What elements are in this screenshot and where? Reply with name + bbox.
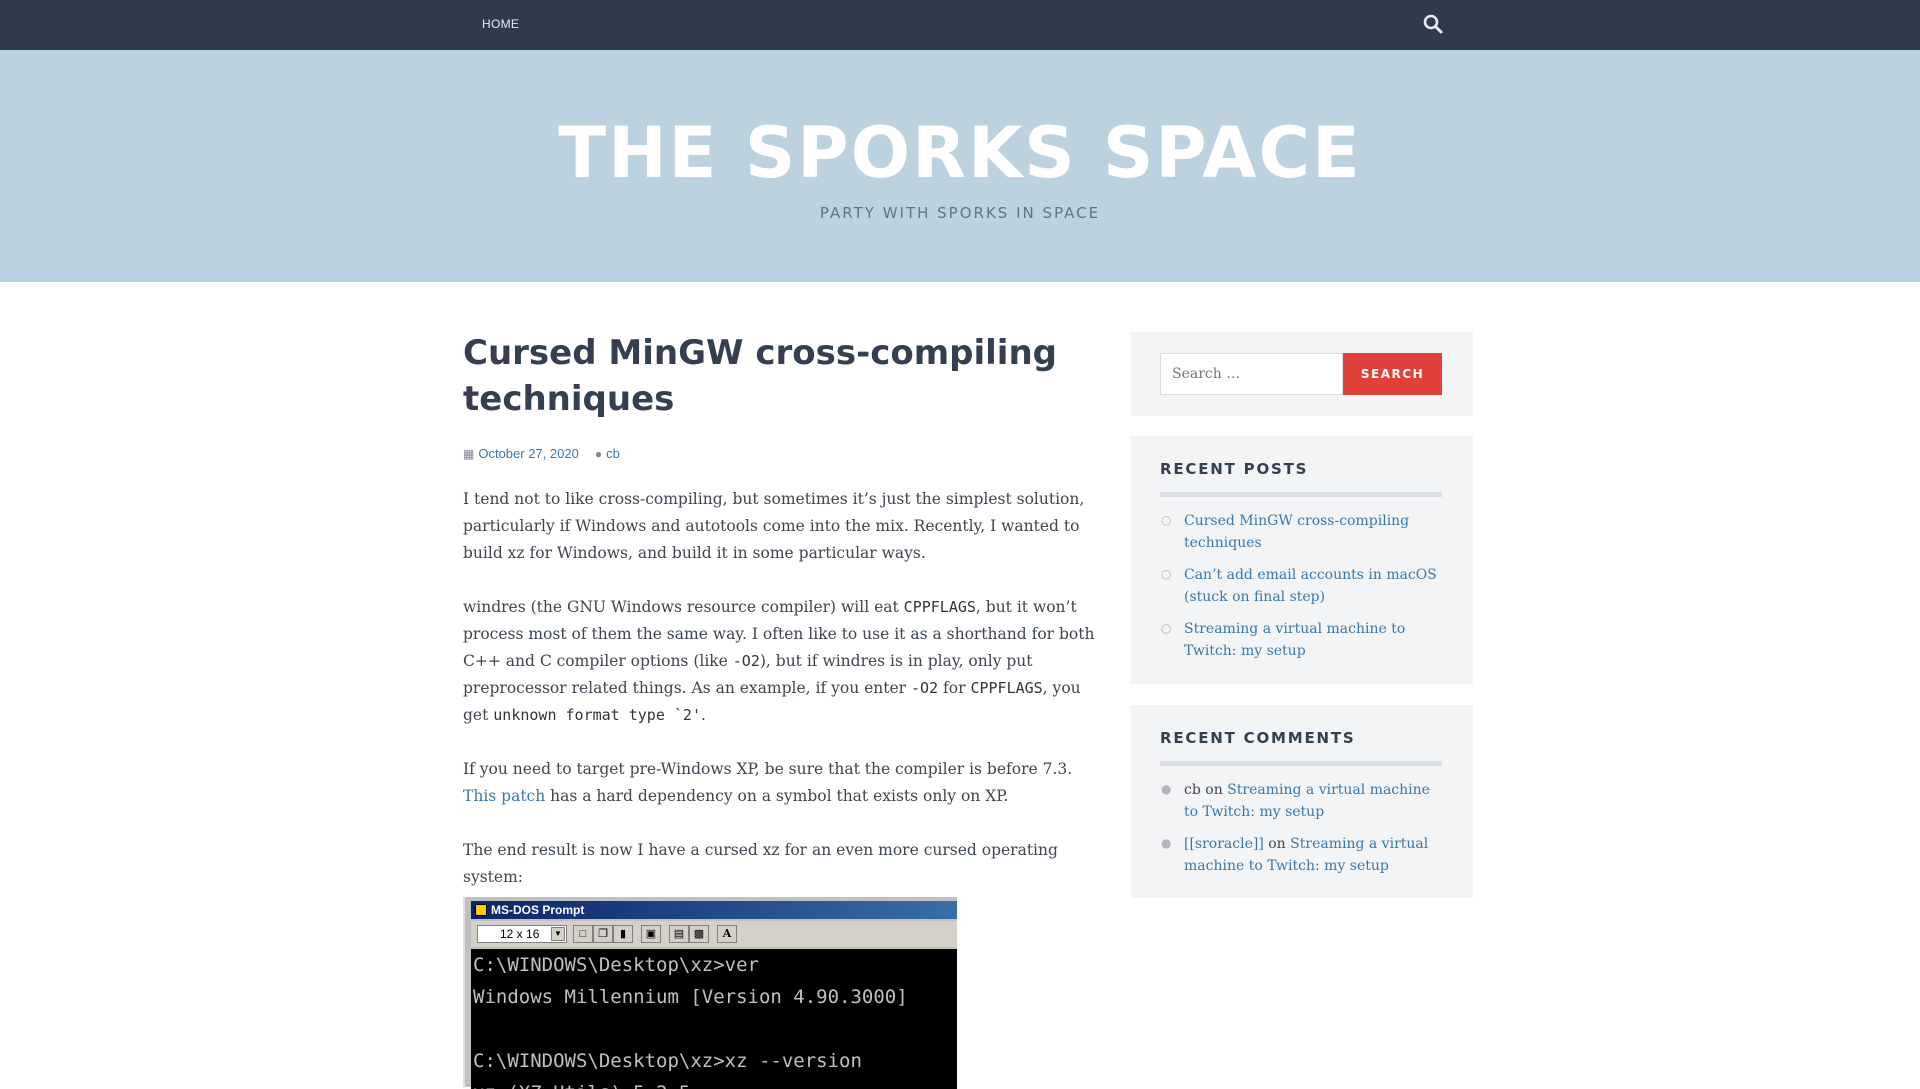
comment-author-link[interactable]: [[sroracle]] (1184, 836, 1264, 852)
recent-post-link[interactable]: Streaming a virtual machine to Twitch: m… (1184, 621, 1405, 659)
comment-icon: ● (1161, 836, 1172, 850)
search-icon[interactable] (1422, 13, 1444, 35)
user-icon: ● (594, 446, 603, 461)
paragraph: If you need to target pre-Windows XP, be… (463, 760, 1073, 805)
recent-comment-item: ● cb on Streaming a virtual machine to Tw… (1161, 782, 1430, 820)
search-button[interactable]: SEARCH (1343, 353, 1442, 395)
comment-icon: ● (1161, 782, 1172, 796)
console-line: C:\WINDOWS\Desktop\xz>ver (473, 954, 759, 976)
console-line: Windows Millennium [Version 4.90.3000] (473, 986, 908, 1008)
recent-posts-heading: RECENT POSTS (1160, 460, 1309, 478)
divider (1160, 492, 1442, 497)
inline-code: CPPFLAGS (903, 598, 976, 616)
post-author-link[interactable]: cb (606, 446, 620, 461)
site-header: THE SPORKS SPACE PARTY WITH SPORKS IN SP… (0, 50, 1920, 282)
site-tagline: PARTY WITH SPORKS IN SPACE (819, 204, 1101, 222)
recent-post-link[interactable]: Cursed MinGW cross-compiling techniques (1184, 513, 1409, 551)
dos-toolbar: 12 x 16 ▼ □ ❐ ▮ ▣ ▤ ▩ A (471, 921, 957, 947)
recent-comments-heading: RECENT COMMENTS (1160, 729, 1356, 747)
font-size-select: 12 x 16 ▼ (477, 925, 567, 943)
background-icon: ▩ (689, 925, 709, 943)
properties-icon: ▤ (669, 925, 689, 943)
post-date-link[interactable]: October 27, 2020 (478, 446, 578, 461)
chevron-down-icon: ▼ (551, 927, 565, 941)
post-content: I tend not to like cross-compiling, but … (463, 486, 1095, 918)
paragraph: windres (the GNU Windows resource compil… (463, 598, 1095, 724)
console-line: C:\WINDOWS\Desktop\xz>xz --version (473, 1050, 862, 1072)
search-input[interactable] (1160, 353, 1343, 395)
inline-code: -O2 (911, 679, 939, 697)
recent-post-item: ○ Streaming a virtual machine to Twitch: … (1160, 618, 1442, 662)
patch-link[interactable]: This patch (463, 787, 545, 805)
nav-home-link[interactable]: HOME (482, 17, 519, 31)
divider (1160, 761, 1442, 766)
dos-console-output: C:\WINDOWS\Desktop\xz>ver Windows Millenn… (471, 949, 957, 1089)
recent-post-item: ○ Cursed MinGW cross-compiling techniques (1160, 510, 1442, 554)
dos-app-icon (475, 904, 487, 916)
dos-window-title: MS-DOS Prompt (471, 901, 957, 919)
top-navigation-bar: HOME (0, 0, 1920, 50)
post-meta: ▦ October 27, 2020 ● cb (463, 446, 620, 461)
inline-code: CPPFLAGS (970, 679, 1043, 697)
font-icon: A (717, 925, 737, 943)
ms-dos-screenshot: MS-DOS Prompt 12 x 16 ▼ □ ❐ ▮ ▣ ▤ ▩ A C:\… (463, 897, 957, 1089)
inline-code: unknown format type `2' (493, 706, 701, 724)
inline-code: -O2 (732, 652, 760, 670)
console-line: xz (XZ Utils) 5.2.5 (473, 1077, 957, 1089)
site-title[interactable]: THE SPORKS SPACE (0, 112, 1920, 194)
paste-icon: ▮ (613, 925, 633, 943)
paragraph: I tend not to like cross-compiling, but … (463, 490, 1085, 562)
comment-author: cb (1184, 782, 1201, 798)
recent-post-link[interactable]: Can’t add email accounts in macOS (stuck… (1184, 567, 1437, 605)
mark-icon: □ (573, 925, 593, 943)
post-title: Cursed MinGW cross-compiling techniques (463, 333, 1057, 419)
copy-icon: ❐ (593, 925, 613, 943)
clock-icon: ○ (1161, 621, 1172, 635)
recent-comment-item: ● [[sroracle]] on Streaming a virtual mac… (1161, 836, 1429, 874)
clock-icon: ○ (1161, 513, 1172, 527)
fullscreen-icon: ▣ (641, 925, 661, 943)
paragraph: The end result is now I have a cursed xz… (463, 841, 1058, 886)
search-widget: SEARCH (1131, 332, 1473, 416)
recent-posts-widget: RECENT POSTS ○ Cursed MinGW cross-compili… (1131, 436, 1473, 684)
recent-comments-widget: RECENT COMMENTS ● cb on Streaming a virtu… (1131, 705, 1473, 898)
clock-icon: ○ (1161, 567, 1172, 581)
recent-post-item: ○ Can’t add email accounts in macOS (stuc… (1160, 564, 1442, 608)
calendar-icon: ▦ (463, 446, 475, 461)
